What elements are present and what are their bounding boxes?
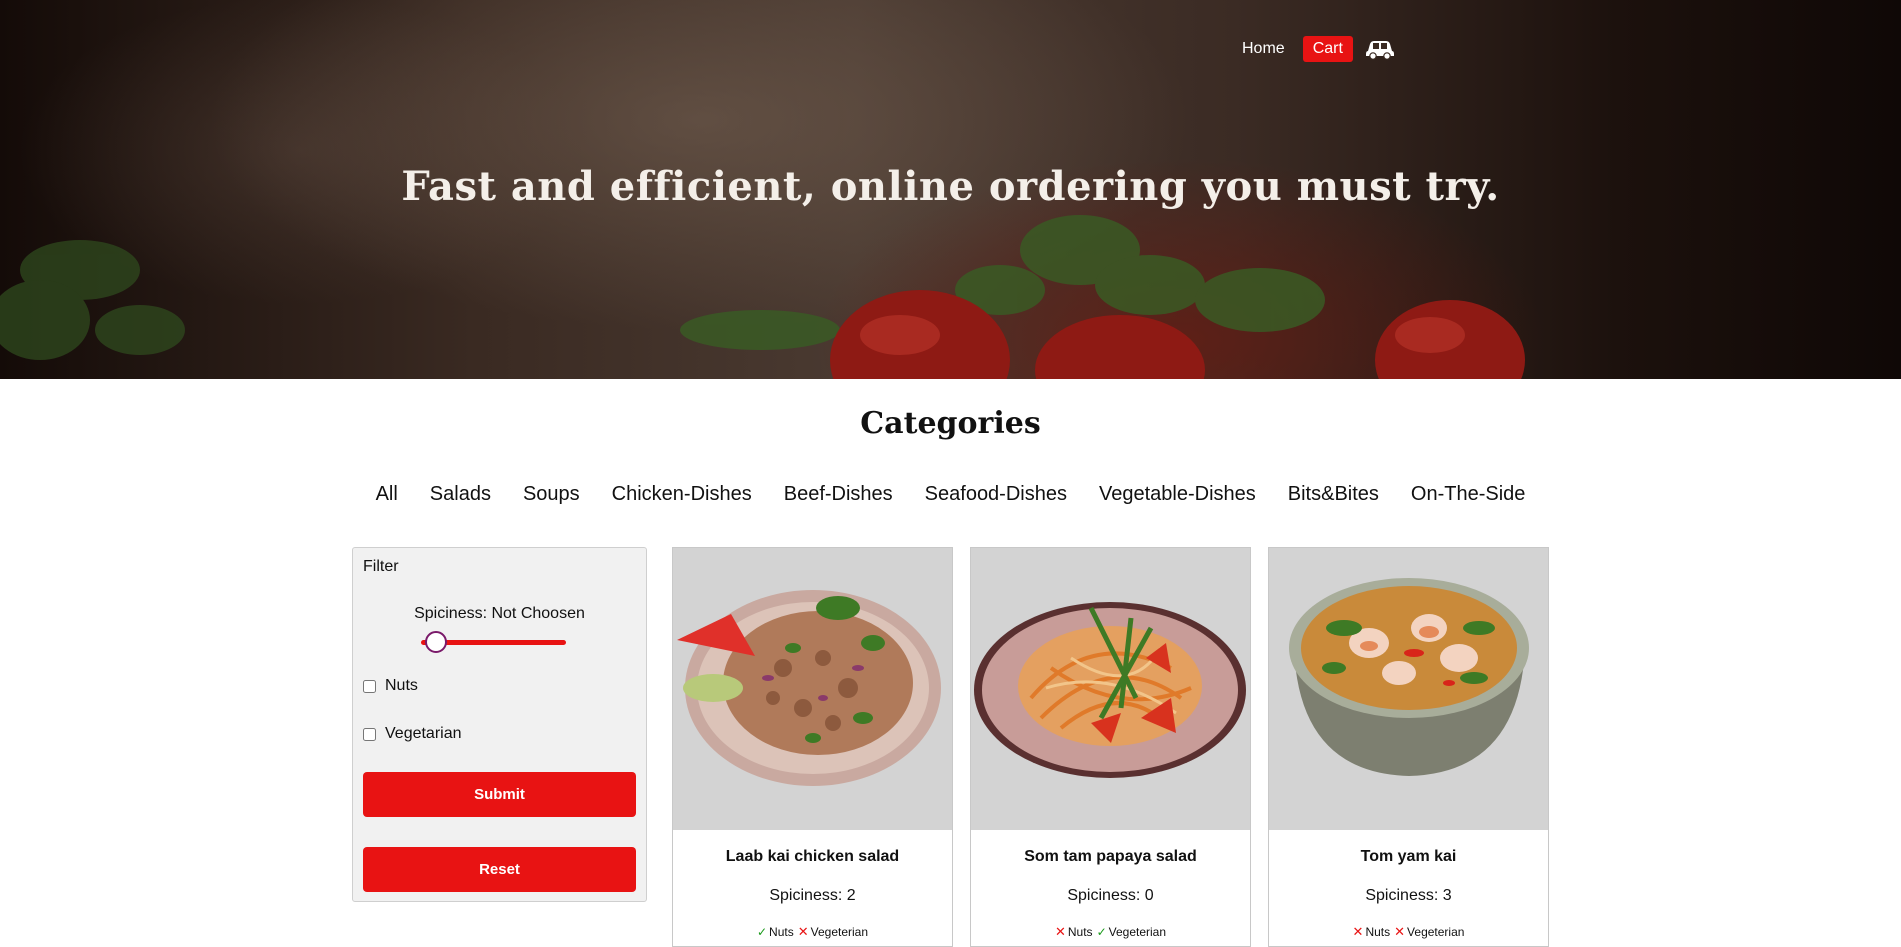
product-card[interactable]: Tom yam kai Spiciness: 3 ✕ Nuts ✕ Vegeteri… — [1268, 547, 1549, 947]
product-image-laab-kai — [673, 548, 952, 830]
nuts-tag: Nuts — [1365, 925, 1391, 939]
category-salads[interactable]: Salads — [430, 481, 491, 508]
product-image-som-tam — [971, 548, 1250, 830]
vegetarian-tag: Vegeterian — [1407, 925, 1465, 939]
product-card[interactable]: Laab kai chicken salad Spiciness: 2 ✓ Nut… — [672, 547, 953, 947]
category-vegetable-dishes[interactable]: Vegetable-Dishes — [1099, 481, 1256, 508]
check-icon: ✓ — [1096, 925, 1107, 939]
product-image-tom-yam — [1269, 548, 1548, 830]
cross-icon: ✕ — [1054, 924, 1066, 939]
vegetarian-filter[interactable]: Vegetarian — [363, 725, 462, 743]
category-chicken-dishes[interactable]: Chicken-Dishes — [612, 481, 752, 508]
product-card[interactable]: Som tam papaya salad Spiciness: 0 ✕ Nuts … — [970, 547, 1251, 947]
categories-title: Categories — [860, 406, 1041, 441]
nuts-filter[interactable]: Nuts — [363, 677, 418, 695]
submit-button[interactable]: Submit — [363, 772, 636, 817]
product-tags: ✕ Nuts ✕ Vegeterian — [1269, 924, 1548, 940]
spiciness-label: Spiciness: Not Choosen — [414, 605, 585, 622]
vegetarian-tag: Vegeterian — [1108, 925, 1167, 939]
cross-icon: ✕ — [1394, 924, 1406, 939]
category-nav: All Salads Soups Chicken-Dishes Beef-Dis… — [0, 481, 1901, 508]
check-icon: ✓ — [756, 925, 768, 939]
category-seafood-dishes[interactable]: Seafood-Dishes — [925, 481, 1067, 508]
vegetarian-label: Vegetarian — [385, 725, 462, 742]
reset-button[interactable]: Reset — [363, 847, 636, 892]
category-all[interactable]: All — [376, 481, 398, 508]
nav-cart-button[interactable]: Cart — [1302, 36, 1353, 62]
spiciness-slider-thumb[interactable] — [425, 631, 447, 653]
product-tags: ✓ Nuts ✕ Vegeterian — [673, 924, 952, 940]
product-spiciness: Spiciness: 2 — [769, 887, 856, 904]
category-soups[interactable]: Soups — [523, 481, 580, 508]
nuts-tag: Nuts — [1067, 925, 1093, 939]
cross-icon: ✕ — [1352, 924, 1364, 939]
nuts-checkbox[interactable] — [363, 679, 376, 693]
nav-home-link[interactable]: Home — [1236, 36, 1291, 62]
hero-banner: Home Cart Fast and efficient, online ord… — [0, 0, 1901, 379]
category-on-the-side[interactable]: On-The-Side — [1411, 481, 1526, 508]
car-icon[interactable] — [1365, 38, 1395, 60]
product-name: Tom yam kai — [1360, 848, 1457, 865]
product-spiciness: Spiciness: 0 — [1067, 887, 1154, 904]
product-name: Som tam papaya salad — [1024, 848, 1197, 865]
hero-title: Fast and efficient, online ordering you … — [401, 163, 1500, 210]
product-name: Laab kai chicken salad — [725, 848, 900, 865]
vegetarian-tag: Vegeterian — [810, 925, 869, 939]
category-beef-dishes[interactable]: Beef-Dishes — [784, 481, 893, 508]
filter-panel: Filter Spiciness: Not Choosen Nuts Veget… — [352, 547, 647, 902]
filter-title: Filter — [363, 558, 399, 575]
vegetarian-checkbox[interactable] — [363, 727, 376, 741]
top-nav: Home Cart — [1236, 36, 1395, 62]
cross-icon: ✕ — [797, 924, 809, 939]
product-spiciness: Spiciness: 3 — [1365, 887, 1452, 904]
nuts-tag: Nuts — [769, 925, 794, 939]
nuts-label: Nuts — [385, 677, 418, 694]
category-bits-bites[interactable]: Bits&Bites — [1288, 481, 1379, 508]
product-tags: ✕ Nuts ✓ Vegeterian — [971, 924, 1250, 940]
